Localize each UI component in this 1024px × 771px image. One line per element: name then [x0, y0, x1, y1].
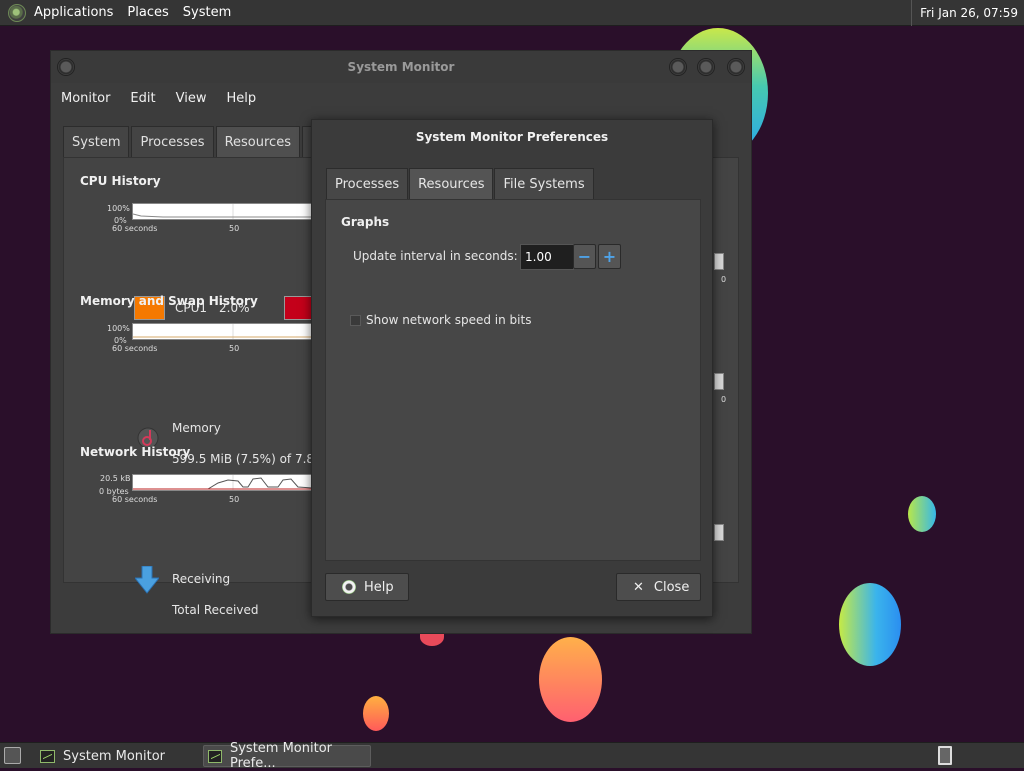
prefs-tab-resources[interactable]: Resources	[409, 168, 494, 199]
cpu-x-right: 0	[721, 275, 727, 284]
network-x-left: 60 seconds	[112, 495, 158, 504]
receiving-label: Receiving	[172, 572, 231, 586]
cpu-history-title: CPU History	[80, 174, 161, 188]
cpu-graph	[132, 203, 314, 220]
memory-graph	[132, 323, 314, 340]
system-monitor-app-icon	[40, 749, 55, 763]
clock[interactable]: Fri Jan 26, 07:59	[911, 0, 1024, 26]
network-bits-checkbox[interactable]	[350, 315, 361, 326]
total-received-label: Total Received	[172, 603, 259, 617]
memory-history-title: Memory and Swap History	[80, 294, 258, 308]
close-button-label: Close	[653, 579, 690, 595]
tab-processes[interactable]: Processes	[131, 126, 214, 157]
window-title: System Monitor	[347, 60, 455, 74]
graphs-section-title: Graphs	[341, 215, 390, 229]
help-button-label: Help	[364, 579, 394, 595]
desktop-bubble	[539, 637, 602, 722]
menu-system[interactable]: System	[183, 5, 231, 20]
update-interval-label: Update interval in seconds:	[353, 249, 518, 263]
cpu-graph-line	[133, 204, 313, 219]
decrement-button[interactable]: −	[573, 244, 596, 269]
help-icon	[342, 580, 356, 594]
top-panel: Applications Places System Fri Jan 26, 0…	[0, 0, 1024, 26]
taskbar-item-label: System Monitor	[63, 748, 166, 764]
memory-label: Memory	[172, 421, 221, 435]
network-graph-line	[133, 475, 313, 490]
distro-logo-icon[interactable]	[8, 3, 26, 22]
preferences-dialog: System Monitor Preferences Processes Res…	[311, 119, 713, 617]
help-button[interactable]: Help	[325, 573, 409, 601]
prefs-tab-file-systems[interactable]: File Systems	[494, 168, 594, 199]
menu-applications[interactable]: Applications	[34, 5, 113, 20]
receiving-arrow-icon[interactable]	[135, 566, 159, 594]
network-history-title: Network History	[80, 445, 191, 459]
increment-button[interactable]: +	[598, 244, 621, 269]
window-menu-icon[interactable]	[57, 58, 75, 76]
prefs-resources-panel: Graphs Update interval in seconds: 1.00 …	[325, 199, 701, 561]
memory-value: 599.5 MiB (7.5%) of 7.8 G	[172, 452, 328, 466]
tab-system[interactable]: System	[63, 126, 130, 157]
cpu-graph-right-edge	[714, 253, 724, 270]
window-titlebar[interactable]: System Monitor	[51, 51, 751, 83]
tab-resources[interactable]: Resources	[215, 126, 300, 157]
cpu-y-top: 100%	[107, 204, 130, 213]
menu-view[interactable]: View	[176, 91, 207, 106]
menu-places[interactable]: Places	[127, 5, 168, 20]
dialog-title[interactable]: System Monitor Preferences	[312, 120, 712, 153]
cpu2-color-swatch[interactable]	[284, 296, 314, 320]
sysmon-tabs: System Processes Resources File S	[63, 126, 344, 157]
desktop-bubble	[839, 583, 901, 666]
menu-edit[interactable]: Edit	[130, 91, 155, 106]
cpu-x-left: 60 seconds	[112, 224, 158, 233]
minimize-icon[interactable]	[669, 58, 687, 76]
bottom-panel: System Monitor System Monitor Prefe...	[0, 741, 1024, 771]
taskbar-item-label: System Monitor Prefe...	[229, 741, 333, 771]
network-y-top: 20.5 kB	[100, 474, 131, 483]
update-interval-input[interactable]: 1.00	[520, 244, 574, 270]
memory-graph-line	[133, 324, 313, 339]
desktop-bubble	[908, 496, 936, 532]
close-button[interactable]: ✕ Close	[616, 573, 701, 601]
show-desktop-icon[interactable]	[4, 747, 21, 764]
taskbar-system-monitor-preferences[interactable]: System Monitor Prefe...	[203, 741, 371, 771]
menubar: Monitor Edit View Help	[51, 83, 751, 113]
minus-icon: −	[577, 247, 592, 266]
close-icon[interactable]	[727, 58, 745, 76]
trash-icon[interactable]	[938, 746, 952, 765]
network-bits-label[interactable]: Show network speed in bits	[366, 313, 531, 327]
close-x-icon: ✕	[633, 579, 644, 595]
system-monitor-app-icon	[208, 749, 222, 763]
maximize-icon[interactable]	[697, 58, 715, 76]
memory-x-mid: 50	[229, 344, 240, 353]
memory-x-right: 0	[721, 395, 727, 404]
menu-help[interactable]: Help	[226, 91, 256, 106]
desktop-bubble	[363, 696, 389, 731]
plus-icon: +	[602, 247, 617, 266]
memory-x-left: 60 seconds	[112, 344, 158, 353]
memory-graph-right-edge	[714, 373, 724, 390]
network-x-mid: 50	[229, 495, 240, 504]
cpu-x-mid: 50	[229, 224, 240, 233]
network-graph-right-edge	[714, 524, 724, 541]
memory-y-top: 100%	[107, 324, 130, 333]
menu-monitor[interactable]: Monitor	[61, 91, 110, 106]
prefs-tabs: Processes Resources File Systems	[326, 168, 595, 199]
taskbar-system-monitor[interactable]: System Monitor	[36, 745, 200, 767]
network-graph	[132, 474, 314, 491]
prefs-tab-processes[interactable]: Processes	[326, 168, 409, 199]
